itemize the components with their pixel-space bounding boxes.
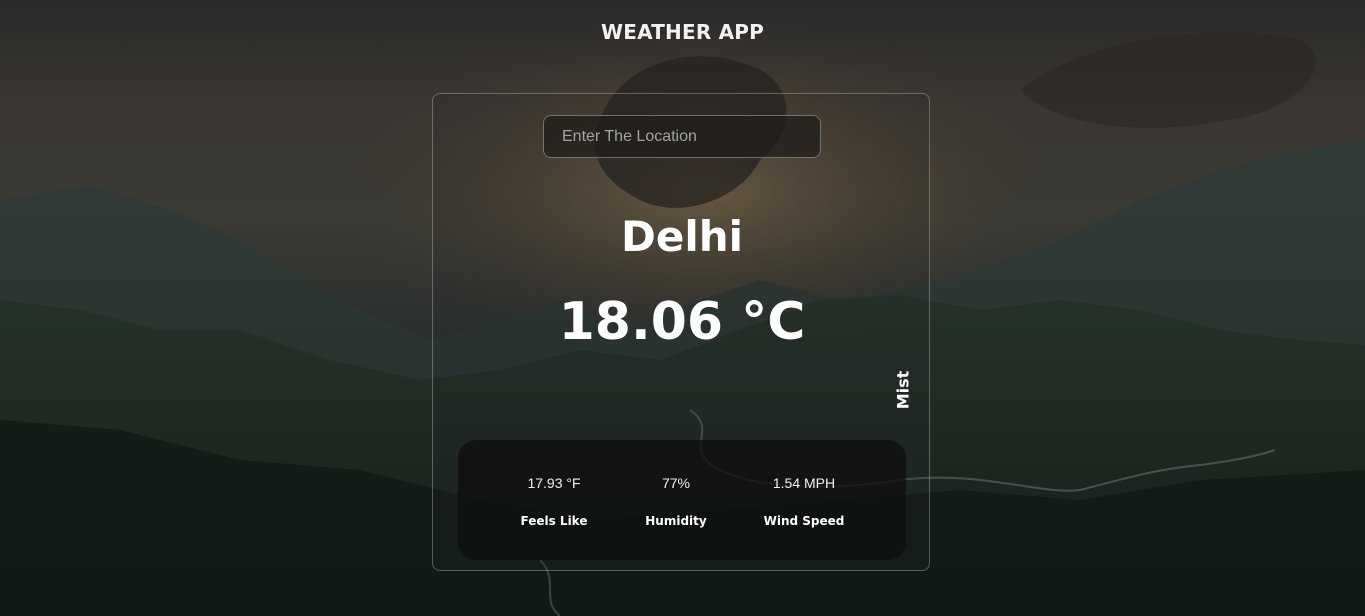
city-name: Delhi — [620, 212, 744, 261]
temperature: 18.06 °C — [558, 292, 806, 352]
feels-like-value: 17.93 °F — [527, 475, 581, 491]
weather-stats-panel: 17.93 °F Feels Like 77% Humidity 1.54 MP… — [458, 440, 906, 560]
location-search-input[interactable] — [543, 115, 821, 158]
weather-condition: Mist — [885, 370, 921, 410]
humidity-value: 77% — [661, 475, 691, 491]
stat-humidity: 77% Humidity — [626, 440, 726, 560]
humidity-label: Humidity — [645, 514, 707, 528]
weather-condition-label: Mist — [893, 370, 913, 410]
wind-speed-label: Wind Speed — [763, 514, 845, 528]
wind-speed-value: 1.54 MPH — [772, 475, 836, 491]
stat-wind-speed: 1.54 MPH Wind Speed — [744, 440, 864, 560]
weather-card: Delhi 18.06 °C Mist 17.93 °F Feels Like … — [432, 93, 930, 571]
stat-feels-like: 17.93 °F Feels Like — [504, 440, 604, 560]
feels-like-label: Feels Like — [520, 514, 588, 528]
app-title: WEATHER APP — [600, 20, 765, 44]
